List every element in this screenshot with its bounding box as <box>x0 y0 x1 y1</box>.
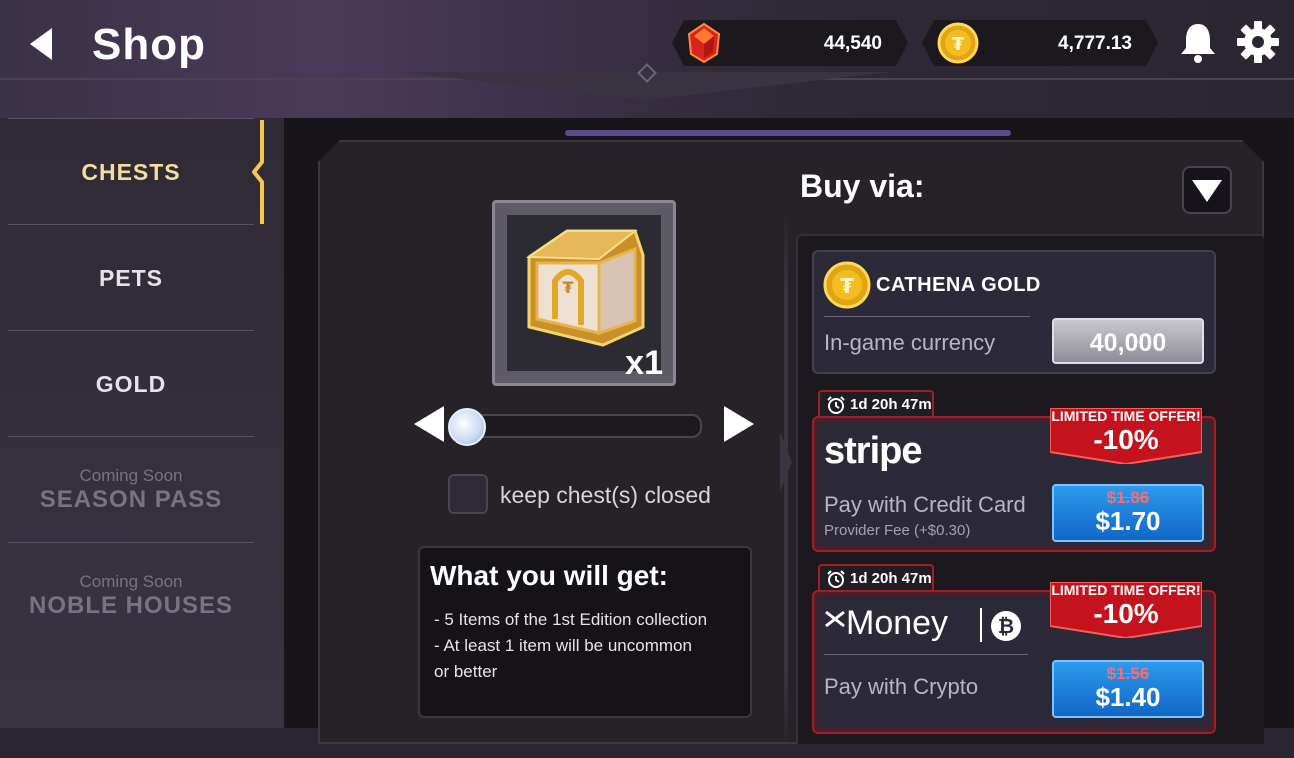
old-price: $1.86 <box>1106 488 1150 507</box>
coming-soon-label: Coming Soon <box>79 572 183 591</box>
bell-icon[interactable] <box>1176 20 1220 64</box>
payment-description: In-game currency <box>824 330 996 355</box>
new-price: $1.70 <box>1095 506 1161 536</box>
option-separator <box>824 654 1028 655</box>
offer-label: LIMITED TIME OFFER! <box>1051 408 1201 424</box>
timer-text: 1d 20h 47m <box>850 396 932 413</box>
sidebar-item-label: SEASON PASS <box>39 486 223 513</box>
option-separator <box>824 316 1030 317</box>
rewards-title: What you will get: <box>430 560 668 591</box>
quantity-slider[interactable] <box>454 414 702 438</box>
rewards-box: What you will get: - 5 Items of the 1st … <box>418 546 752 718</box>
old-price: $1.56 <box>1106 664 1150 683</box>
payment-description: Pay with Crypto <box>824 674 979 699</box>
rewards-line: or better <box>434 662 498 681</box>
sidebar-item-label: CHESTS <box>81 158 181 185</box>
gem-amount: 44,540 <box>823 33 882 54</box>
bitcoin-icon: ₿ <box>990 610 1022 642</box>
timer-text: 1d 20h 47m <box>850 570 932 587</box>
gold-coin-icon: ₮ <box>936 22 980 64</box>
decrease-arrow-icon[interactable] <box>412 404 446 444</box>
payment-options-list: ₮ CATHENA GOLD In-game currency 40,000 1… <box>796 234 1266 758</box>
gold-balance: ₮ 4,777.13 <box>922 20 1158 66</box>
alarm-clock-icon <box>826 395 846 415</box>
offer-timer: 1d 20h 47m <box>818 564 934 592</box>
sidebar-item-label: GOLD <box>95 370 167 397</box>
new-price: $1.40 <box>1095 682 1161 712</box>
chest-quantity: x1 <box>625 344 663 382</box>
gem-balance: 44,540 <box>672 20 908 66</box>
svg-text:₮: ₮ <box>840 274 854 298</box>
currency-name: CATHENA GOLD <box>876 274 1041 296</box>
coming-soon-label: Coming Soon <box>79 466 183 485</box>
offer-percent: -10% <box>1093 598 1159 629</box>
top-bar: Shop 44,540 ₮ 4,777.13 <box>0 0 1294 118</box>
back-arrow-icon[interactable] <box>24 24 60 64</box>
sidebar-item-pets[interactable]: PETS <box>8 224 254 331</box>
keep-closed-checkbox[interactable] <box>448 474 488 514</box>
chevron-down-icon <box>1184 168 1230 212</box>
svg-text:₿: ₿ <box>998 614 1014 638</box>
gold-amount: 4,777.13 <box>1058 33 1132 54</box>
sidebar-item-label: NOBLE HOUSES <box>28 592 234 619</box>
active-tab-bracket-icon <box>252 120 264 224</box>
sidebar-item-chests[interactable]: CHESTS <box>8 118 254 225</box>
rewards-line: - At least 1 item will be uncommon <box>434 636 692 655</box>
limited-offer-ribbon: LIMITED TIME OFFER! -10% <box>1050 582 1202 638</box>
payment-option-card: stripe LIMITED TIME OFFER! -10% Pay with… <box>812 416 1216 552</box>
svg-text:₮: ₮ <box>952 34 965 55</box>
sidebar-item-season-pass: Coming Soon SEASON PASS <box>8 436 254 543</box>
payment-description: Pay with Credit Card <box>824 492 1026 517</box>
x-money-logo-icon <box>824 610 846 628</box>
panel-divider <box>784 212 788 752</box>
limited-offer-ribbon: LIMITED TIME OFFER! -10% <box>1050 408 1202 464</box>
offer-percent: -10% <box>1093 424 1159 455</box>
increase-arrow-icon[interactable] <box>722 404 756 444</box>
gold-coin-icon: ₮ <box>822 260 872 310</box>
payment-dropdown-button[interactable] <box>1182 166 1232 214</box>
sidebar-item-gold[interactable]: GOLD <box>8 330 254 437</box>
page-title: Shop <box>92 20 206 69</box>
sidebar-item-label: PETS <box>98 264 164 291</box>
stripe-logo: stripe <box>824 430 922 472</box>
rewards-line: - 5 Items of the 1st Edition collection <box>434 610 708 629</box>
alarm-clock-icon <box>826 569 846 589</box>
buy-with-crypto-button[interactable]: $1.56 $1.40 <box>1052 660 1204 718</box>
red-gem-icon <box>686 22 722 64</box>
top-accent-strip <box>565 130 1011 136</box>
category-sidebar: CHESTS PETS GOLD Coming Soon SEASON PASS… <box>0 118 284 728</box>
svg-text:₮: ₮ <box>562 278 573 297</box>
buy-with-gold-button[interactable]: 40,000 <box>1052 318 1204 364</box>
payment-option-card: Money ₿ LIMITED TIME OFFER! -10% Pay wit… <box>812 590 1216 734</box>
buy-with-card-button[interactable]: $1.86 $1.70 <box>1052 484 1204 542</box>
sidebar-item-noble-houses: Coming Soon NOBLE HOUSES <box>8 542 254 649</box>
chest-purchase-panel: ₮ x1 keep chest(s) closed What you will … <box>318 140 1264 744</box>
payment-option-gold: ₮ CATHENA GOLD In-game currency 40,000 <box>812 250 1216 374</box>
chest-preview: ₮ x1 <box>492 200 676 386</box>
provider-fee: Provider Fee (+$0.30) <box>824 522 971 539</box>
shop-main: ₮ x1 keep chest(s) closed What you will … <box>284 118 1294 728</box>
offer-timer: 1d 20h 47m <box>818 390 934 418</box>
keep-closed-label: keep chest(s) closed <box>500 482 711 508</box>
slider-handle[interactable] <box>448 408 486 446</box>
gear-icon[interactable] <box>1236 20 1280 64</box>
money-logo: Money <box>846 604 949 642</box>
logo-separator <box>980 608 982 642</box>
buy-via-title: Buy via: <box>800 168 925 204</box>
offer-label: LIMITED TIME OFFER! <box>1051 582 1201 598</box>
